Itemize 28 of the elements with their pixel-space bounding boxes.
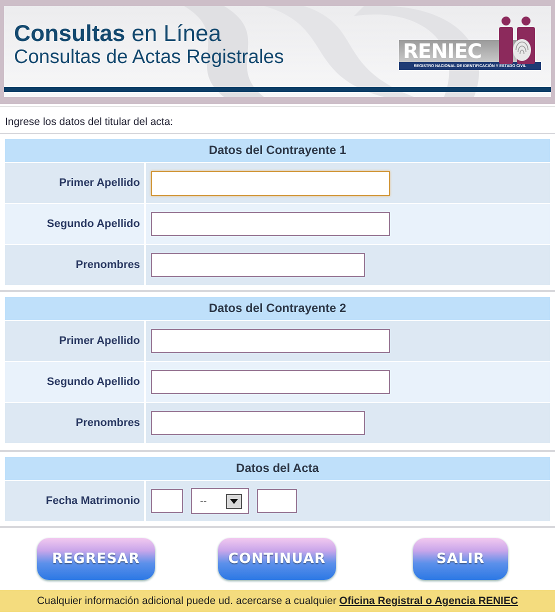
field-label: Primer Apellido — [59, 335, 140, 347]
section-header: Datos del Contrayente 1 — [5, 139, 550, 162]
field-label: Fecha Matrimonio — [46, 495, 140, 507]
text-field[interactable] — [151, 212, 390, 236]
people-fingerprint-icon — [497, 16, 537, 64]
action-button[interactable]: SALIR — [413, 538, 508, 580]
field-label: Segundo Apellido — [46, 376, 140, 388]
year-field[interactable] — [257, 489, 297, 513]
field-label: Primer Apellido — [59, 177, 140, 189]
page-subtitle: Consultas de Actas Registrales — [14, 46, 284, 68]
action-button[interactable]: REGRESAR — [37, 538, 155, 580]
text-field[interactable] — [151, 329, 390, 353]
action-button[interactable]: CONTINUAR — [218, 538, 336, 580]
day-field[interactable] — [151, 489, 183, 513]
text-field[interactable] — [151, 370, 390, 394]
field-label: Prenombres — [76, 417, 140, 429]
section-header: Datos del Contrayente 2 — [5, 297, 550, 320]
offices-link[interactable]: Oficina Registral o Agencia RENIEC — [339, 595, 518, 607]
field-label: Segundo Apellido — [46, 218, 140, 230]
instruction-text: Ingrese los datos del titular del acta: — [5, 116, 174, 128]
app-title: Consultas en Línea — [14, 20, 222, 46]
month-dropdown[interactable]: -- — [191, 488, 249, 514]
section-header: Datos del Acta — [5, 457, 550, 480]
footer-note: Cualquier información adicional puede ud. acercarse a cualquier Oficina Registral o Agencia RENIEC — [36, 595, 518, 607]
text-field[interactable] — [151, 411, 365, 435]
text-field[interactable] — [151, 253, 365, 277]
field-label: Prenombres — [76, 259, 140, 271]
text-field[interactable] — [151, 170, 390, 196]
